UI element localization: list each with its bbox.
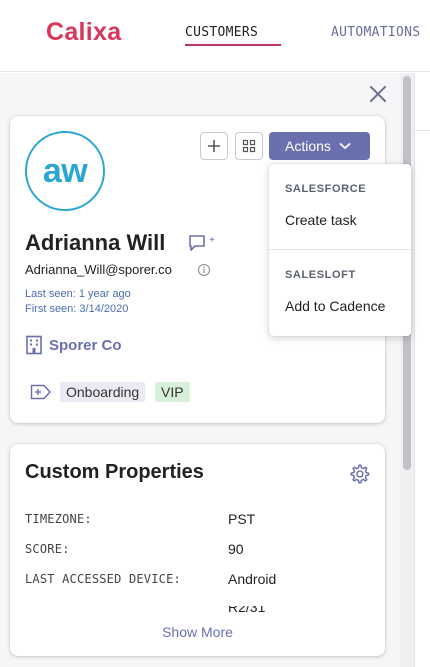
top-navigation: Calixa CUSTOMERS AUTOMATIONS <box>0 0 430 72</box>
info-icon[interactable] <box>197 263 211 277</box>
company-name: Sporer Co <box>49 336 122 354</box>
tag-vip[interactable]: VIP <box>155 382 190 402</box>
close-icon[interactable] <box>368 84 388 104</box>
prop-value-timezone: PST <box>228 511 256 527</box>
prop-label-timezone: TIMEZONE: <box>25 512 92 526</box>
show-more-link[interactable]: Show More <box>10 624 385 640</box>
gear-icon[interactable] <box>348 463 370 485</box>
custom-properties-card: Custom Properties TIMEZONE: PST SCORE: 9… <box>10 444 385 656</box>
chevron-down-icon <box>339 142 351 150</box>
prop-label-last-accessed-device: LAST ACCESSED DEVICE: <box>25 572 181 586</box>
background-page-edge <box>414 73 430 667</box>
prop-label-score: SCORE: <box>25 542 70 556</box>
avatar: aw <box>25 131 105 211</box>
menu-item-create-task[interactable]: Create task <box>285 212 357 228</box>
actions-button[interactable]: Actions <box>269 132 370 160</box>
customer-email[interactable]: Adrianna_Will@sporer.co <box>25 262 172 277</box>
truncation-fade <box>10 592 385 606</box>
menu-item-add-to-cadence[interactable]: Add to Cadence <box>285 298 385 314</box>
calixa-logo[interactable]: Calixa <box>46 18 121 47</box>
tab-automations[interactable]: AUTOMATIONS <box>331 25 420 40</box>
add-tag-icon[interactable] <box>30 384 52 400</box>
tab-customers[interactable]: CUSTOMERS <box>185 25 281 46</box>
add-comment-icon[interactable]: + <box>188 234 218 254</box>
company-link[interactable]: Sporer Co <box>25 335 122 355</box>
first-seen: First seen: 3/14/2020 <box>25 303 129 315</box>
plus-icon <box>208 140 220 152</box>
building-icon <box>26 335 42 355</box>
prop-value-score: 90 <box>228 541 244 557</box>
dropdown-divider <box>269 249 411 250</box>
avatar-initials: aw <box>42 151 88 190</box>
tag-onboarding[interactable]: Onboarding <box>60 382 146 402</box>
dropdown-heading-salesforce: SALESFORCE <box>285 183 367 195</box>
last-seen: Last seen: 1 year ago <box>25 288 131 300</box>
actions-label: Actions <box>285 138 331 154</box>
custom-properties-title: Custom Properties <box>25 461 204 483</box>
grid-icon <box>242 139 256 153</box>
add-button[interactable] <box>200 132 228 160</box>
prop-value-last-accessed-device: Android <box>228 571 277 587</box>
comment-plus: + <box>209 235 215 246</box>
actions-dropdown: SALESFORCE Create task SALESLOFT Add to … <box>269 164 411 336</box>
customer-name: Adrianna Will <box>25 230 166 255</box>
dropdown-heading-salesloft: SALESLOFT <box>285 269 356 281</box>
grid-view-button[interactable] <box>235 132 263 160</box>
